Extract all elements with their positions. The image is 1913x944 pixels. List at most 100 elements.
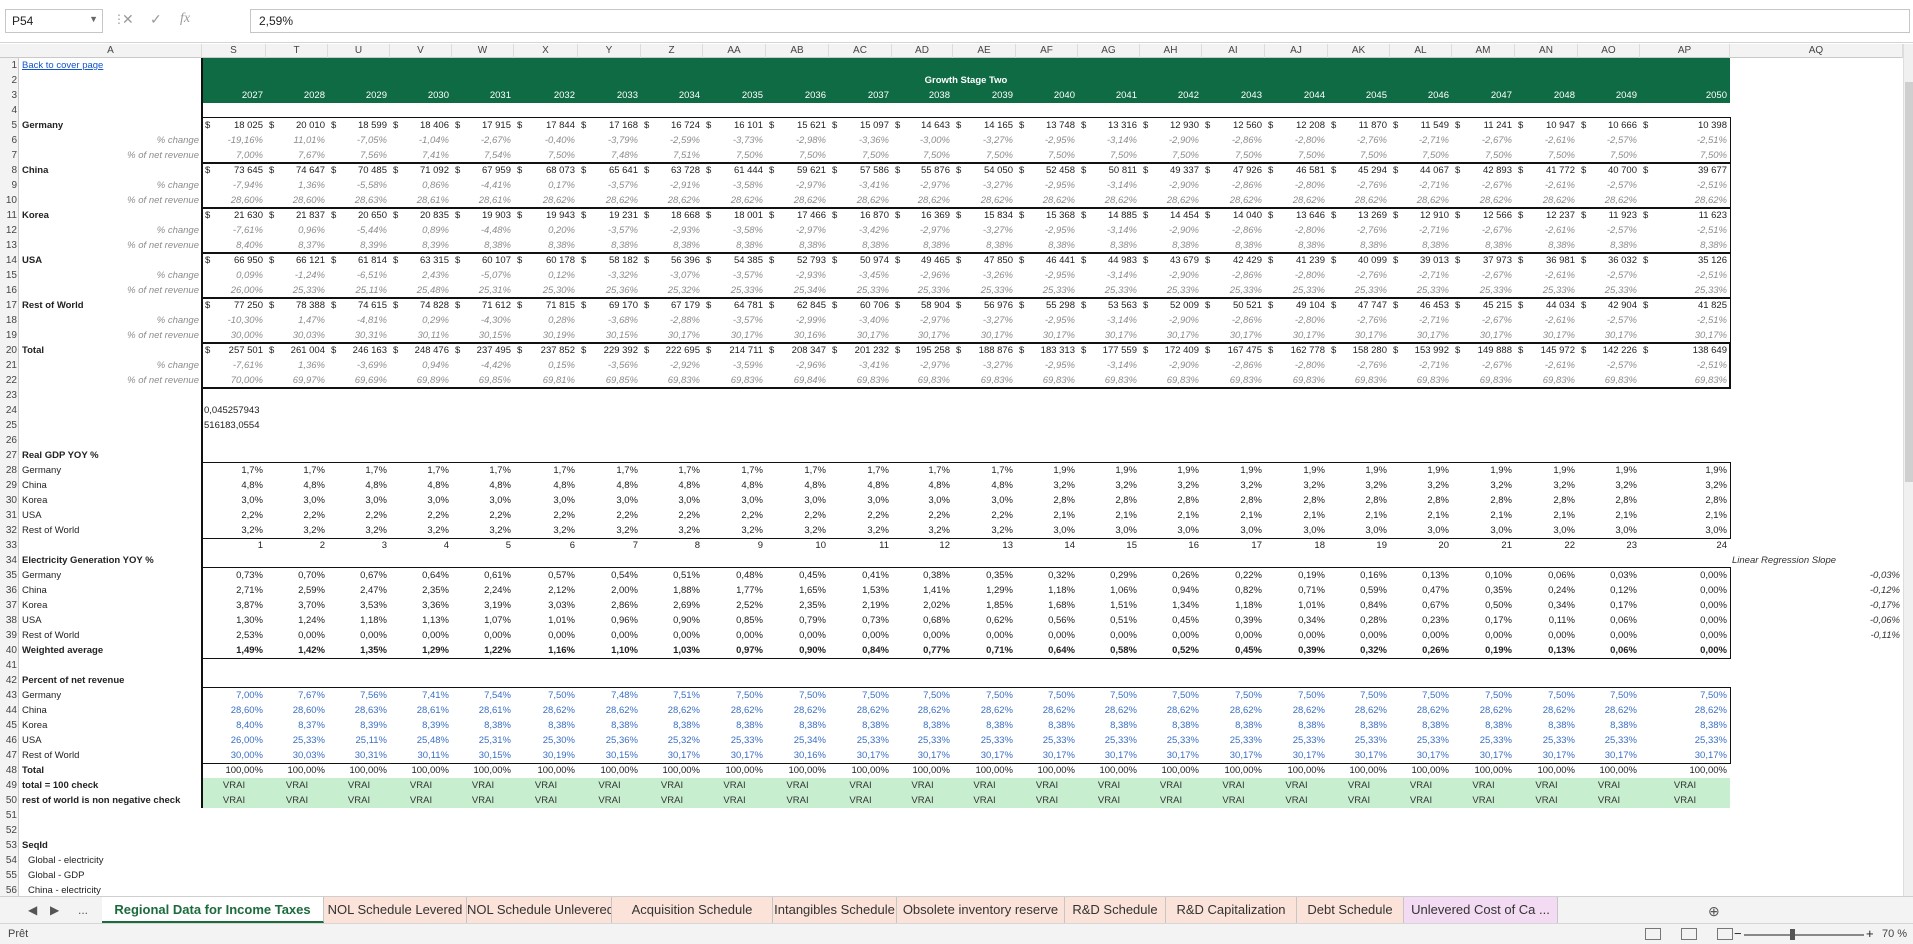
row-header[interactable]: 9 bbox=[0, 178, 19, 193]
row-header[interactable]: 33 bbox=[0, 538, 19, 553]
row-header[interactable]: 38 bbox=[0, 613, 19, 628]
row-header[interactable]: 46 bbox=[0, 733, 19, 748]
column-header[interactable]: AN bbox=[1515, 44, 1578, 58]
column-header[interactable]: S bbox=[202, 44, 266, 58]
column-header[interactable]: AC bbox=[829, 44, 892, 58]
sheet-tab[interactable]: Regional Data for Income Taxes bbox=[102, 897, 324, 923]
column-header[interactable]: T bbox=[266, 44, 328, 58]
column-header[interactable]: AA bbox=[703, 44, 766, 58]
row-header[interactable]: 32 bbox=[0, 523, 19, 538]
next-sheet-icon[interactable]: ▶ bbox=[50, 903, 59, 917]
sheet-tab[interactable]: Debt Schedule bbox=[1297, 897, 1404, 923]
row-header[interactable]: 4 bbox=[0, 103, 19, 118]
row-header[interactable]: 27 bbox=[0, 448, 19, 463]
column-header[interactable]: AD bbox=[892, 44, 953, 58]
column-header[interactable]: AQ bbox=[1730, 44, 1903, 58]
column-header[interactable]: AL bbox=[1390, 44, 1452, 58]
row-header[interactable]: 18 bbox=[0, 313, 19, 328]
zoom-slider[interactable] bbox=[1744, 934, 1864, 936]
name-box[interactable]: P54 ▼ bbox=[5, 9, 103, 33]
row-header[interactable]: 52 bbox=[0, 823, 19, 838]
row-header[interactable]: 36 bbox=[0, 583, 19, 598]
column-header[interactable]: AE bbox=[953, 44, 1016, 58]
row-header[interactable]: 41 bbox=[0, 658, 19, 673]
column-header[interactable]: AK bbox=[1328, 44, 1390, 58]
zoom-out-icon[interactable]: − bbox=[1734, 926, 1742, 941]
row-header[interactable]: 39 bbox=[0, 628, 19, 643]
sheet-tab[interactable]: Intangibles Schedule bbox=[773, 897, 897, 923]
column-header[interactable]: AI bbox=[1202, 44, 1265, 58]
add-sheet-icon[interactable]: ⊕ bbox=[1708, 903, 1720, 920]
row-header[interactable]: 55 bbox=[0, 868, 19, 883]
zoom-knob[interactable] bbox=[1790, 929, 1795, 940]
back-to-cover-link[interactable]: Back to cover page bbox=[20, 58, 202, 73]
sheet-tab[interactable]: Obsolete inventory reserve bbox=[897, 897, 1065, 923]
function-icon[interactable]: fx bbox=[180, 11, 190, 27]
column-header[interactable]: AJ bbox=[1265, 44, 1328, 58]
row-header[interactable]: 29 bbox=[0, 478, 19, 493]
row-header[interactable]: 3 bbox=[0, 88, 19, 103]
row-header[interactable]: 35 bbox=[0, 568, 19, 583]
row-header[interactable]: 56 bbox=[0, 883, 19, 896]
row-header[interactable]: 6 bbox=[0, 133, 19, 148]
row-header[interactable]: 24 bbox=[0, 403, 19, 418]
chevron-down-icon[interactable]: ▼ bbox=[89, 14, 98, 24]
row-header[interactable]: 53 bbox=[0, 838, 19, 853]
row-header[interactable]: 51 bbox=[0, 808, 19, 823]
row-header[interactable]: 30 bbox=[0, 493, 19, 508]
row-header[interactable]: 15 bbox=[0, 268, 19, 283]
spreadsheet-grid[interactable]: A S T U V W X Y Z AA AB AC AD AE AF AG AH AI AJ AK AL AM AN AO A… bbox=[0, 44, 1903, 896]
column-header[interactable]: AO bbox=[1578, 44, 1640, 58]
sheet-tab[interactable]: R&D Capitalization bbox=[1166, 897, 1297, 923]
tab-more[interactable]: ... bbox=[78, 903, 88, 917]
row-header[interactable]: 54 bbox=[0, 853, 19, 868]
row-header[interactable]: 13 bbox=[0, 238, 19, 253]
zoom-in-icon[interactable]: + bbox=[1866, 926, 1874, 941]
row-header[interactable]: 14 bbox=[0, 253, 19, 268]
row-header[interactable]: 5 bbox=[0, 118, 19, 133]
column-header[interactable]: W bbox=[452, 44, 514, 58]
vertical-scrollbar[interactable] bbox=[1903, 44, 1913, 896]
prev-sheet-icon[interactable]: ◀ bbox=[28, 903, 37, 917]
row-header[interactable]: 40 bbox=[0, 643, 19, 658]
column-header[interactable]: AG bbox=[1078, 44, 1140, 58]
row-header[interactable]: 34 bbox=[0, 553, 19, 568]
row-header[interactable]: 25 bbox=[0, 418, 19, 433]
normal-view-icon[interactable] bbox=[1645, 928, 1661, 940]
row-header[interactable]: 20 bbox=[0, 343, 19, 358]
row-header[interactable]: 2 bbox=[0, 73, 19, 88]
row-header[interactable]: 17 bbox=[0, 298, 19, 313]
column-header[interactable]: AP bbox=[1640, 44, 1730, 58]
row-header[interactable]: 49 bbox=[0, 778, 19, 793]
row-header[interactable]: 16 bbox=[0, 283, 19, 298]
sheet-tab[interactable]: R&D Schedule bbox=[1065, 897, 1166, 923]
sheet-tab[interactable]: Acquisition Schedule bbox=[612, 897, 773, 923]
row-header[interactable]: 42 bbox=[0, 673, 19, 688]
row-header[interactable]: 19 bbox=[0, 328, 19, 343]
row-header[interactable]: 21 bbox=[0, 358, 19, 373]
enter-icon[interactable]: ✓ bbox=[150, 11, 162, 28]
column-header[interactable]: U bbox=[328, 44, 390, 58]
row-header[interactable]: 44 bbox=[0, 703, 19, 718]
row-header[interactable]: 7 bbox=[0, 148, 19, 163]
column-header[interactable]: A bbox=[20, 44, 202, 58]
column-header[interactable]: AM bbox=[1452, 44, 1515, 58]
row-header[interactable]: 43 bbox=[0, 688, 19, 703]
column-header[interactable]: Y bbox=[578, 44, 641, 58]
row-header[interactable]: 11 bbox=[0, 208, 19, 223]
row-header[interactable]: 1 bbox=[0, 58, 19, 73]
row-header[interactable]: 37 bbox=[0, 598, 19, 613]
page-layout-icon[interactable] bbox=[1681, 928, 1697, 940]
row-header[interactable]: 23 bbox=[0, 388, 19, 403]
row-header[interactable]: 8 bbox=[0, 163, 19, 178]
row-header[interactable]: 28 bbox=[0, 463, 19, 478]
scroll-thumb[interactable] bbox=[1905, 82, 1913, 482]
row-header[interactable]: 10 bbox=[0, 193, 19, 208]
formula-input[interactable]: 2,59% bbox=[250, 9, 1910, 33]
column-header[interactable]: Z bbox=[641, 44, 703, 58]
page-break-icon[interactable] bbox=[1717, 928, 1733, 940]
row-header[interactable]: 48 bbox=[0, 763, 19, 778]
sheet-tab[interactable]: NOL Schedule Unlevered bbox=[467, 897, 612, 923]
column-header[interactable]: AB bbox=[766, 44, 829, 58]
row-header[interactable]: 45 bbox=[0, 718, 19, 733]
